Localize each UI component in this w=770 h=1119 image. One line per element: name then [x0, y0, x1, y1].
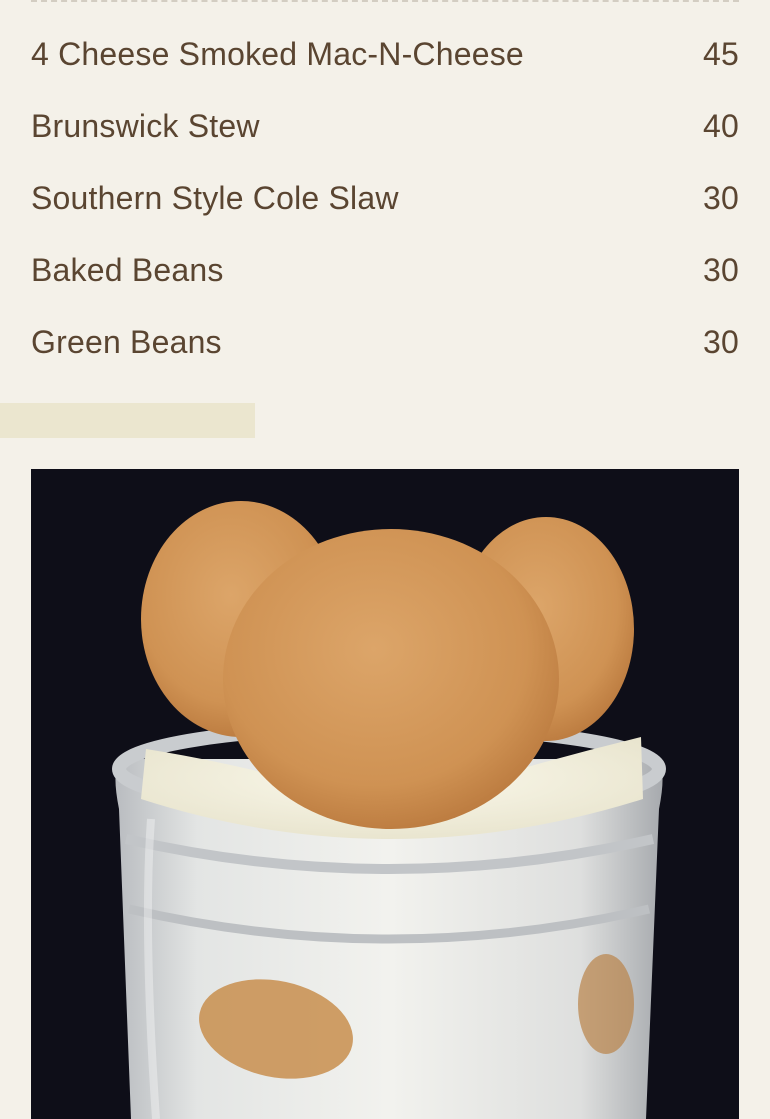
- menu-item[interactable]: Southern Style Cole Slaw 30: [31, 162, 739, 234]
- top-dashed-divider: [31, 0, 739, 2]
- banana-pudding-photo: [31, 469, 739, 1119]
- menu-item-price: 30: [703, 180, 739, 216]
- menu-item[interactable]: Baked Beans 30: [31, 234, 739, 306]
- menu-item-name: Brunswick Stew: [31, 108, 260, 144]
- menu-item-name: Green Beans: [31, 324, 222, 360]
- menu-item[interactable]: 4 Cheese Smoked Mac-N-Cheese 45: [31, 18, 739, 90]
- menu-item-price: 30: [703, 252, 739, 288]
- menu-item-price: 45: [703, 36, 739, 72]
- menu-item-name: Southern Style Cole Slaw: [31, 180, 399, 216]
- menu-item-price: 40: [703, 108, 739, 144]
- menu-item[interactable]: Brunswick Stew 40: [31, 90, 739, 162]
- menu-item-price: 30: [703, 324, 739, 360]
- menu-item[interactable]: Green Beans 30: [31, 306, 739, 378]
- section-header-tab: [0, 403, 255, 438]
- menu-item-name: Baked Beans: [31, 252, 224, 288]
- menu-item-name: 4 Cheese Smoked Mac-N-Cheese: [31, 36, 524, 72]
- menu-list: 4 Cheese Smoked Mac-N-Cheese 45 Brunswic…: [31, 18, 739, 378]
